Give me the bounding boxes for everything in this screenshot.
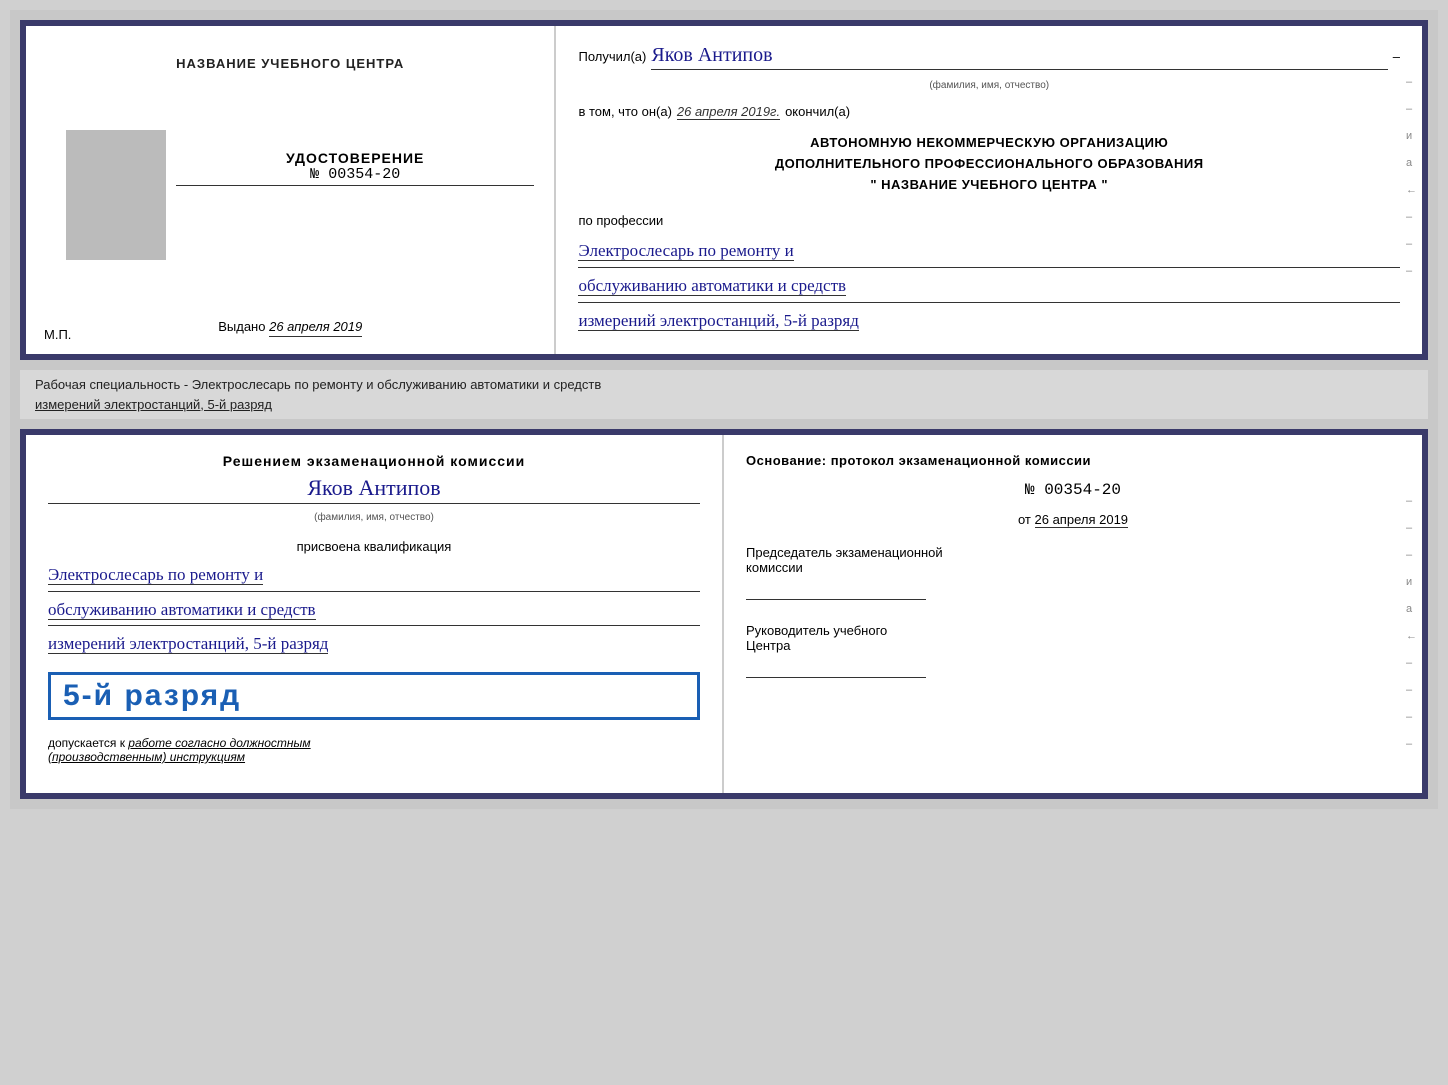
- vydano-date: 26 апреля 2019: [269, 319, 362, 337]
- razryad-badge: 5-й разряд: [48, 672, 700, 720]
- bottom-document: Решением экзаменационной комиссии Яков А…: [20, 429, 1428, 799]
- bottom-fio-sub: (фамилия, имя, отчество): [48, 512, 700, 523]
- vydano-label: Выдано: [218, 319, 265, 334]
- top-doc-right: Получил(a) Яков Антипов – (фамилия, имя,…: [556, 26, 1422, 354]
- photo-placeholder: [66, 130, 166, 260]
- profession-block: Электрослесарь по ремонту и обслуживанию…: [578, 236, 1400, 336]
- ot-label: от: [1018, 512, 1031, 527]
- vtom-line: в том, что он(а) 26 апреля 2019г. окончи…: [578, 104, 1400, 120]
- dopuskaetsya-underline: работе согласно должностным: [128, 736, 310, 750]
- kvali-line3: измерений электростанций, 5-й разряд: [48, 634, 328, 654]
- right-side-marks-bottom: – – – и а ← – – – –: [1406, 495, 1417, 750]
- top-doc-left: НАЗВАНИЕ УЧЕБНОГО ЦЕНТРА УДОСТОВЕРЕНИЕ №…: [26, 26, 556, 354]
- kvali-block: Электрослесарь по ремонту и обслуживанию…: [48, 560, 700, 660]
- po-professii: по профессии: [578, 213, 1400, 228]
- ot-date-value: 26 апреля 2019: [1035, 512, 1129, 528]
- udostoverenie-title: УДОСТОВЕРЕНИЕ: [176, 150, 534, 166]
- poluchil-line: Получил(a) Яков Антипов –: [578, 44, 1400, 70]
- chairman-block: Председатель экзаменационной комиссии: [746, 545, 1400, 600]
- resheniem-title: Решением экзаменационной комиссии: [48, 453, 700, 469]
- poluchil-label: Получил(a): [578, 49, 646, 64]
- bottom-doc-left: Решением экзаменационной комиссии Яков А…: [26, 435, 724, 793]
- profession-line1: Электрослесарь по ремонту и: [578, 241, 793, 261]
- fio-subtitle: (фамилия, имя, отчество): [578, 80, 1400, 91]
- protocol-number: № 00354-20: [746, 481, 1400, 499]
- osnovanie-title: Основание: протокол экзаменационной коми…: [746, 453, 1400, 468]
- middle-line2: измерений электростанций, 5-й разряд: [35, 397, 272, 412]
- bottom-doc-right: Основание: протокол экзаменационной коми…: [724, 435, 1422, 793]
- org-line3: " НАЗВАНИЕ УЧЕБНОГО ЦЕНТРА ": [578, 175, 1400, 196]
- rukovoditel-block: Руководитель учебного Центра: [746, 623, 1400, 678]
- dopuskaetsya-prefix: допускается к: [48, 736, 125, 750]
- recipient-name: Яков Антипов: [651, 44, 1387, 70]
- rukovoditel-line1: Руководитель учебного: [746, 623, 1400, 638]
- page-wrapper: НАЗВАНИЕ УЧЕБНОГО ЦЕНТРА УДОСТОВЕРЕНИЕ №…: [10, 10, 1438, 809]
- udostoverenie-number: № 00354-20: [176, 166, 534, 186]
- vtom-label: в том, что он(а): [578, 104, 671, 119]
- profession-line3: измерений электростанций, 5-й разряд: [578, 311, 858, 331]
- chairman-signature-line: [746, 580, 926, 600]
- kvali-line2: обслуживанию автоматики и средств: [48, 600, 316, 620]
- chairman-line1: Председатель экзаменационной: [746, 545, 1400, 560]
- vtom-date: 26 апреля 2019г.: [677, 104, 780, 120]
- org-line1: АВТОНОМНУЮ НЕКОММЕРЧЕСКУЮ ОРГАНИЗАЦИЮ: [578, 133, 1400, 154]
- kvali-line1: Электрослесарь по ремонту и: [48, 565, 263, 585]
- vydano-block: Выдано 26 апреля 2019: [218, 319, 362, 334]
- okonchil-label: окончил(а): [785, 104, 850, 119]
- middle-line1: Рабочая специальность - Электрослесарь п…: [35, 377, 601, 392]
- rukovoditel-line2: Центра: [746, 638, 1400, 653]
- prisvoena-label: присвоена квалификация: [48, 539, 700, 554]
- middle-text: Рабочая специальность - Электрослесарь п…: [20, 370, 1428, 419]
- ot-date-block: от 26 апреля 2019: [746, 512, 1400, 527]
- rukovoditel-signature-line: [746, 658, 926, 678]
- bottom-name: Яков Антипов: [48, 475, 700, 504]
- top-left-title: НАЗВАНИЕ УЧЕБНОГО ЦЕНТРА: [176, 56, 404, 71]
- mp-label: М.П.: [44, 327, 71, 342]
- org-block: АВТОНОМНУЮ НЕКОММЕРЧЕСКУЮ ОРГАНИЗАЦИЮ ДО…: [578, 133, 1400, 195]
- org-line2: ДОПОЛНИТЕЛЬНОГО ПРОФЕССИОНАЛЬНОГО ОБРАЗО…: [578, 154, 1400, 175]
- chairman-line2: комиссии: [746, 560, 1400, 575]
- profession-line2: обслуживанию автоматики и средств: [578, 276, 846, 296]
- right-side-marks: – – и а ← – – –: [1406, 76, 1417, 277]
- top-document: НАЗВАНИЕ УЧЕБНОГО ЦЕНТРА УДОСТОВЕРЕНИЕ №…: [20, 20, 1428, 360]
- dopuskaetsya-italic: (производственным) инструкциям: [48, 750, 245, 764]
- dopuskaetsya-block: допускается к работе согласно должностны…: [48, 736, 700, 764]
